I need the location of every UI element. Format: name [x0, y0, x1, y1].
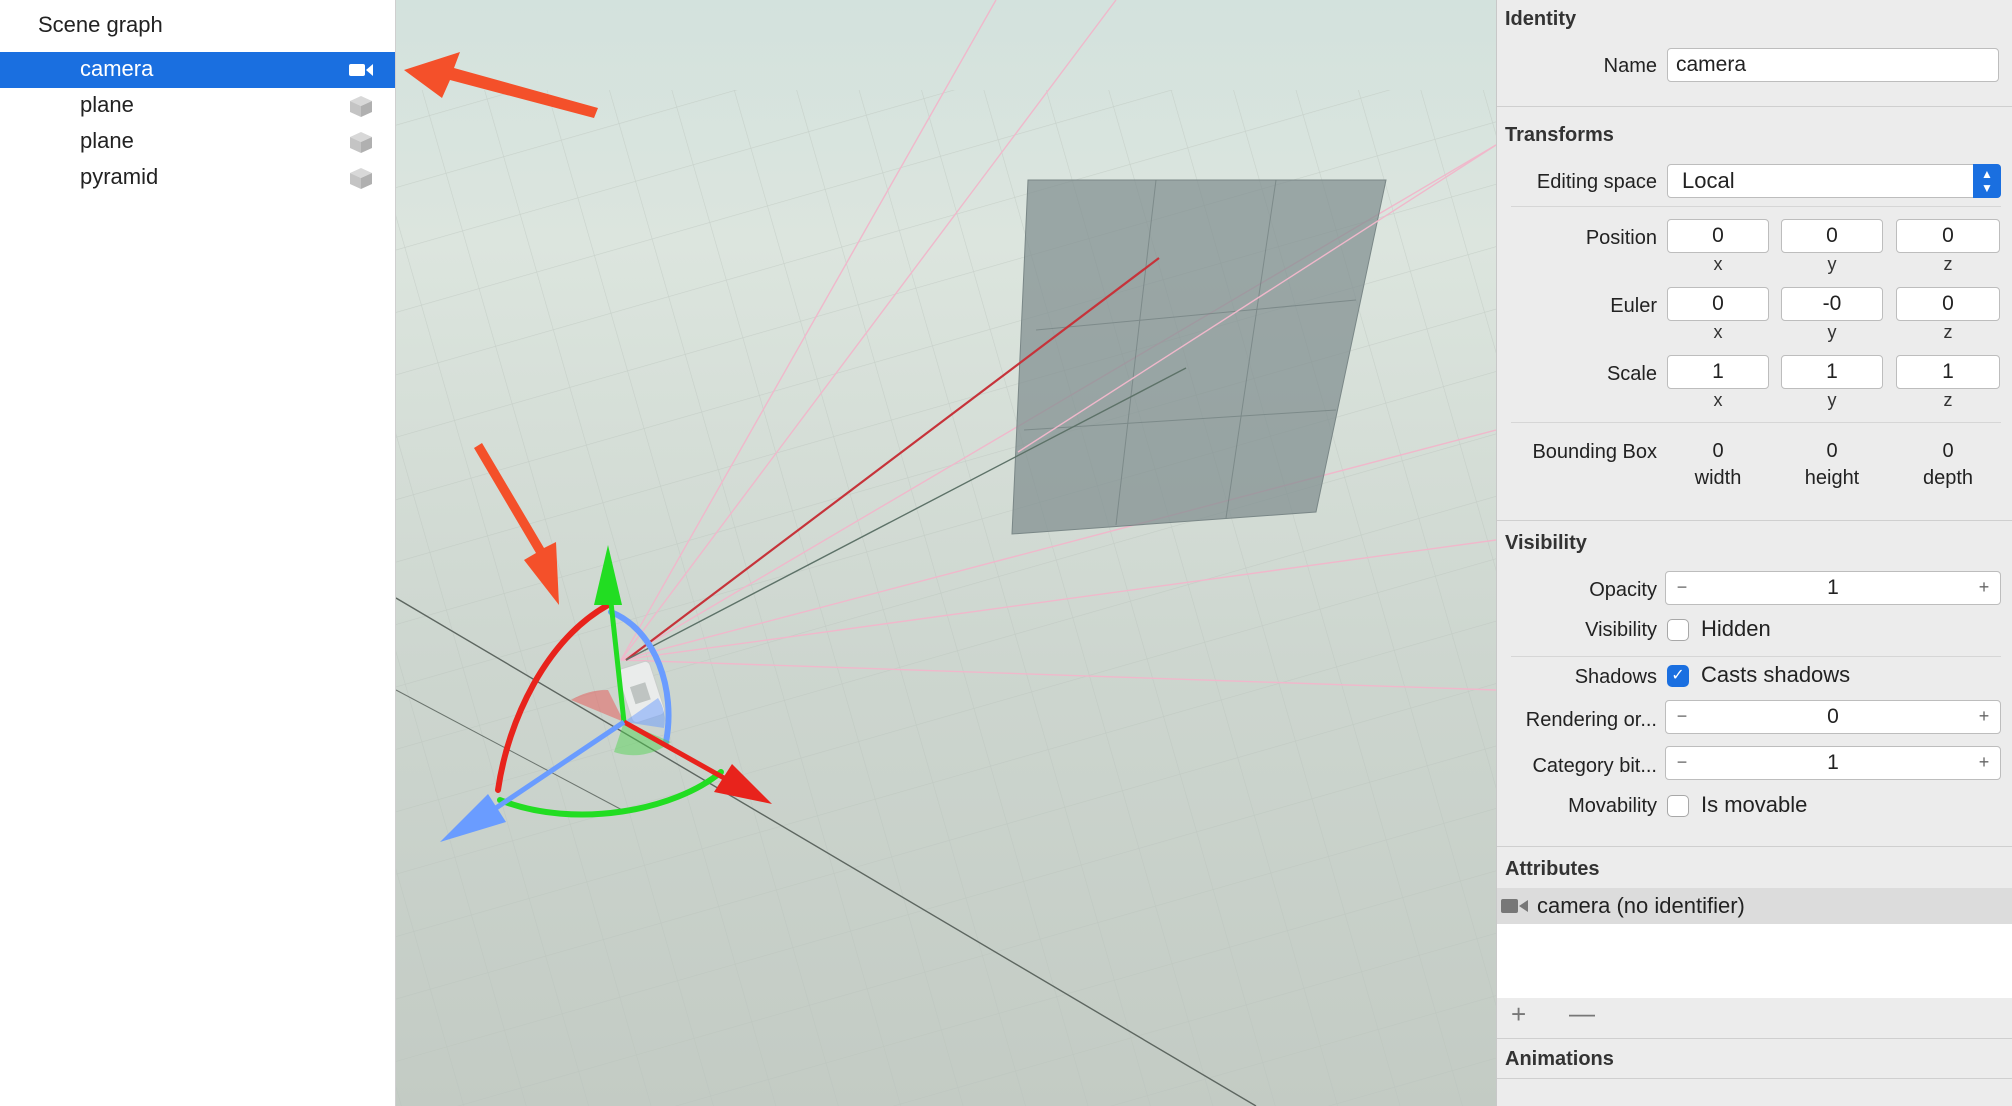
- scene-graph-item-label: pyramid: [80, 164, 159, 189]
- cube-icon: [350, 168, 372, 189]
- rendering-order-label: Rendering or...: [1525, 709, 1657, 731]
- inspector-panel: Identity Name Transforms Editing space L…: [1496, 0, 2012, 1106]
- opacity-value[interactable]: 1: [1696, 572, 1970, 604]
- axis-label-x: x: [1713, 322, 1723, 342]
- position-label: Position: [1585, 227, 1657, 249]
- rendering-order-stepper[interactable]: − 0 +: [1665, 700, 2001, 734]
- increment-button[interactable]: +: [1970, 701, 1998, 733]
- scene-graph-panel: Scene graph camera plane plane pyramid: [0, 0, 396, 1106]
- bounding-box-depth-caption: depth: [1922, 467, 1974, 489]
- section-divider: [1497, 520, 2012, 521]
- increment-button[interactable]: +: [1970, 747, 1998, 779]
- axis-label-y: y: [1827, 390, 1837, 410]
- bounding-box-height-value: 0: [1826, 440, 1838, 462]
- cube-icon: [350, 132, 372, 153]
- section-divider: [1497, 846, 2012, 847]
- editing-space-select[interactable]: Local ▲ ▼: [1667, 164, 2001, 198]
- rendering-order-value[interactable]: 0: [1696, 701, 1970, 733]
- opacity-stepper[interactable]: − 1 +: [1665, 571, 2001, 605]
- is-movable-checkbox[interactable]: [1667, 795, 1689, 817]
- animations-section-title: Animations: [1505, 1048, 1614, 1070]
- video-camera-icon: [1501, 899, 1528, 913]
- bounding-box-height-caption: height: [1804, 467, 1860, 489]
- axis-label-z: z: [1943, 390, 1953, 410]
- scale-y-field[interactable]: [1781, 355, 1883, 389]
- row-divider: [1511, 206, 2001, 207]
- position-z-field[interactable]: [1896, 219, 2000, 253]
- identity-section-title: Identity: [1505, 8, 1577, 30]
- axis-label-z: z: [1943, 322, 1953, 342]
- editing-space-value: Local: [1682, 168, 1735, 193]
- scene-graph-item-label: camera: [80, 56, 154, 81]
- name-label: Name: [1603, 55, 1657, 77]
- attribute-item[interactable]: camera (no identifier): [1497, 888, 2012, 924]
- section-divider: [1497, 106, 2012, 107]
- scene-graph-title: Scene graph: [38, 12, 163, 37]
- bounding-box-width-caption: width: [1694, 467, 1742, 489]
- euler-z-field[interactable]: [1896, 287, 2000, 321]
- scale-z-field[interactable]: [1896, 355, 2000, 389]
- editing-space-label: Editing space: [1536, 171, 1657, 193]
- video-camera-icon: [349, 64, 373, 76]
- attributes-list[interactable]: camera (no identifier): [1497, 888, 2012, 998]
- movability-label: Movability: [1568, 795, 1657, 817]
- axis-label-x: x: [1713, 254, 1723, 274]
- hidden-checkbox-label: Hidden: [1701, 616, 1771, 641]
- section-divider: [1497, 1078, 2012, 1079]
- axis-label-z: z: [1943, 254, 1953, 274]
- decrement-button[interactable]: −: [1668, 701, 1696, 733]
- attributes-section-title: Attributes: [1505, 858, 1600, 880]
- decrement-button[interactable]: −: [1668, 747, 1696, 779]
- scene-graph-item-pyramid[interactable]: pyramid: [0, 160, 395, 196]
- row-divider: [1511, 422, 2001, 423]
- category-bit-value[interactable]: 1: [1696, 747, 1970, 779]
- scene-graph-item-camera[interactable]: camera: [0, 52, 395, 88]
- axis-label-y: y: [1827, 322, 1837, 342]
- chevron-up-down-icon: ▲ ▼: [1973, 164, 2001, 198]
- visibility-label: Visibility: [1585, 619, 1657, 641]
- bounding-box-width-value: 0: [1712, 440, 1724, 462]
- bounding-box-label: Bounding Box: [1532, 441, 1657, 463]
- category-bit-label: Category bit...: [1532, 755, 1657, 777]
- scale-label: Scale: [1606, 363, 1657, 385]
- increment-button[interactable]: +: [1970, 572, 1998, 604]
- scene-graph-item-plane[interactable]: plane: [0, 124, 395, 160]
- euler-label: Euler: [1610, 295, 1657, 317]
- row-divider: [1511, 656, 2001, 657]
- euler-y-field[interactable]: [1781, 287, 1883, 321]
- shadows-label: Shadows: [1574, 666, 1657, 688]
- casts-shadows-checkbox[interactable]: ✓: [1667, 665, 1689, 687]
- opacity-label: Opacity: [1589, 579, 1657, 601]
- euler-x-field[interactable]: [1667, 287, 1769, 321]
- scene-viewport[interactable]: [396, 0, 1496, 1106]
- attribute-item-label: camera (no identifier): [1537, 893, 1745, 918]
- name-field[interactable]: [1667, 48, 1999, 82]
- add-attribute-button[interactable]: +: [1511, 999, 1526, 1030]
- decrement-button[interactable]: −: [1668, 572, 1696, 604]
- bounding-box-depth-value: 0: [1942, 440, 1954, 462]
- scene-graph-item-label: plane: [80, 92, 134, 117]
- scene-graph-item-plane[interactable]: plane: [0, 88, 395, 124]
- transforms-section-title: Transforms: [1505, 124, 1614, 146]
- visibility-section-title: Visibility: [1505, 532, 1587, 554]
- section-divider: [1497, 1038, 2012, 1039]
- axis-label-y: y: [1827, 254, 1837, 274]
- category-bit-stepper[interactable]: − 1 +: [1665, 746, 2001, 780]
- casts-shadows-label: Casts shadows: [1701, 662, 1851, 687]
- remove-attribute-button[interactable]: —: [1569, 998, 1595, 1029]
- position-y-field[interactable]: [1781, 219, 1883, 253]
- position-x-field[interactable]: [1667, 219, 1769, 253]
- scene-graph-item-label: plane: [80, 128, 134, 153]
- scene-canvas[interactable]: [396, 0, 1496, 1106]
- scale-x-field[interactable]: [1667, 355, 1769, 389]
- cube-icon: [350, 96, 372, 117]
- hidden-checkbox[interactable]: [1667, 619, 1689, 641]
- axis-label-x: x: [1713, 390, 1723, 410]
- is-movable-label: Is movable: [1701, 792, 1808, 817]
